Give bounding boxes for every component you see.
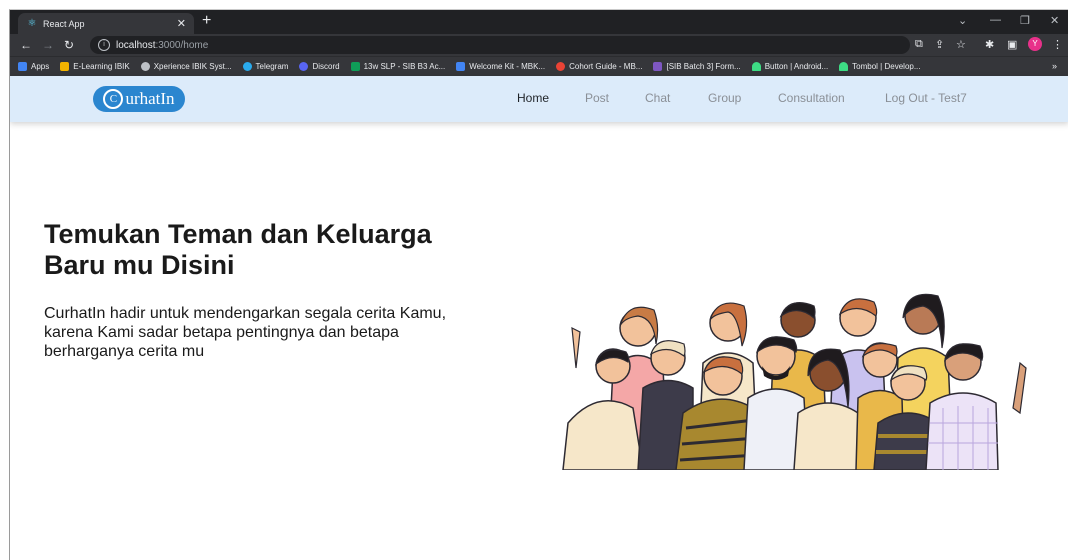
navbar: CurhatIn Home Post Chat Group Consultati… xyxy=(10,76,1068,122)
nav-logout[interactable]: Log Out - Test7 xyxy=(885,91,967,105)
hero-text-line: berharganya cerita mu xyxy=(44,343,205,360)
bookmark-item[interactable]: 13w SLP - SIB B3 Ac... xyxy=(350,62,445,71)
hero-title: Temukan Teman dan Keluarga Baru mu Disin… xyxy=(44,219,564,281)
docs-icon xyxy=(456,62,466,71)
new-tab-icon[interactable]: + xyxy=(202,12,211,30)
minimize-icon[interactable]: — xyxy=(990,14,1001,26)
nav-links: Home Post Chat Group Consultation Log Ou… xyxy=(10,76,1068,122)
google-icon xyxy=(556,62,566,71)
site-info-icon[interactable]: i xyxy=(98,39,110,51)
bookmark-item[interactable]: Tombol | Develop... xyxy=(839,62,921,71)
bookmark-item[interactable]: E-Learning IBIK xyxy=(60,62,130,71)
hero-title-line: Temukan Teman dan Keluarga xyxy=(44,219,432,249)
bookmark-item[interactable]: Apps xyxy=(18,62,49,71)
close-window-icon[interactable]: ✕ xyxy=(1050,14,1059,27)
android-icon xyxy=(839,62,849,71)
url-host: localhost xyxy=(116,39,156,51)
hero-text-line: karena Kami sadar betapa pentingnya dan … xyxy=(44,324,399,341)
menu-icon[interactable]: ⋮ xyxy=(1052,38,1063,51)
nav-consultation[interactable]: Consultation xyxy=(778,91,845,105)
bookmark-item[interactable]: Welcome Kit - MBK... xyxy=(456,62,545,71)
bookmark-favicon xyxy=(60,62,70,71)
extensions-icon[interactable]: ✱ xyxy=(985,38,994,51)
browser-tab[interactable]: ⚛ React App ✕ xyxy=(18,13,194,34)
discord-icon xyxy=(299,62,309,71)
address-bar[interactable]: i localhost:3000/home xyxy=(90,36,910,54)
forms-icon xyxy=(653,62,663,71)
close-tab-icon[interactable]: ✕ xyxy=(177,17,186,30)
bookmark-item[interactable]: Telegram xyxy=(242,62,288,71)
reload-icon[interactable]: ↻ xyxy=(64,38,74,52)
bookmark-item[interactable]: Cohort Guide - MB... xyxy=(556,62,642,71)
nav-group[interactable]: Group xyxy=(708,91,741,105)
nav-home[interactable]: Home xyxy=(517,91,549,105)
hero-text-line: CurhatIn hadir untuk mendengarkan segala… xyxy=(44,305,447,322)
android-icon xyxy=(751,62,761,71)
restore-icon[interactable]: ❐ xyxy=(1020,14,1030,27)
back-icon[interactable]: ← xyxy=(20,38,32,52)
more-bookmarks-icon[interactable]: » xyxy=(1052,61,1057,71)
app-page: CurhatIn Home Post Chat Group Consultati… xyxy=(10,76,1068,560)
address-toolbar: ← → ↻ i localhost:3000/home ⧉ ⇪ ☆ ✱ ▣ Y … xyxy=(10,34,1068,56)
install-icon[interactable]: ⧉ xyxy=(915,38,923,51)
profile-avatar[interactable]: Y xyxy=(1028,37,1042,51)
hero-description: CurhatIn hadir untuk mendengarkan segala… xyxy=(44,304,544,361)
nav-post[interactable]: Post xyxy=(585,91,609,105)
bookmark-favicon xyxy=(140,62,150,71)
apps-icon xyxy=(18,62,27,71)
url-path: :3000/home xyxy=(155,39,209,51)
tab-strip: ⚛ React App ✕ + ⌄ — ❐ ✕ xyxy=(10,10,1068,34)
bookmark-item[interactable]: [SIB Batch 3] Form... xyxy=(653,62,741,71)
bookmark-item[interactable]: Xperience IBIK Syst... xyxy=(140,62,232,71)
nav-chat[interactable]: Chat xyxy=(645,91,670,105)
telegram-icon xyxy=(242,62,252,71)
tab-title: React App xyxy=(43,18,85,29)
people-group-illustration xyxy=(562,293,1027,470)
browser-window: ⚛ React App ✕ + ⌄ — ❐ ✕ ← → ↻ i localhos… xyxy=(9,9,1068,560)
sheets-icon xyxy=(350,62,360,71)
hero-title-line: Baru mu Disini xyxy=(44,250,235,280)
bookmark-item[interactable]: Discord xyxy=(299,62,340,71)
react-icon: ⚛ xyxy=(27,17,37,29)
tab-search-icon[interactable]: ⌄ xyxy=(958,14,967,27)
forward-icon[interactable]: → xyxy=(42,38,54,52)
bookmark-item[interactable]: Button | Android... xyxy=(751,62,828,71)
bookmark-star-icon[interactable]: ☆ xyxy=(956,38,966,51)
share-icon[interactable]: ⇪ xyxy=(935,38,944,51)
bookmarks-bar: Apps E-Learning IBIK Xperience IBIK Syst… xyxy=(10,56,1068,76)
side-panel-icon[interactable]: ▣ xyxy=(1007,38,1017,51)
